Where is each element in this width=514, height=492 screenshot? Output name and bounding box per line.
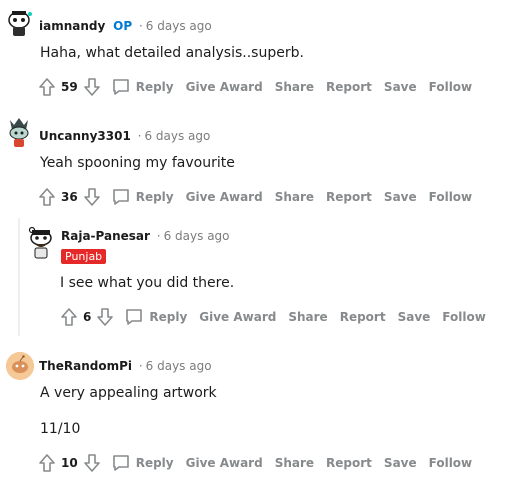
follow-button[interactable]: Follow [442,310,486,324]
reply-label: Reply [135,190,174,204]
downvote-arrow-icon [83,454,100,472]
downvote-arrow-icon [83,78,100,96]
comment-text: Haha, what detailed analysis..superb. [40,45,304,61]
give-award-button[interactable]: Give Award [199,310,276,324]
downvote-button[interactable] [96,307,114,327]
timestamp[interactable]: 6 days ago [146,19,212,33]
op-badge: OP [113,19,133,33]
report-button[interactable]: Report [326,80,372,94]
vote-count: 36 [61,190,78,204]
upvote-button[interactable] [38,453,56,473]
snoo-avatar-icon [28,226,52,259]
report-button[interactable]: Report [326,190,372,204]
vote-count: 6 [83,310,92,324]
thread-line[interactable] [18,218,20,336]
user-avatar[interactable] [6,352,34,380]
timestamp[interactable]: 6 days ago [144,129,210,143]
user-flair: Punjab [61,249,107,264]
comment-actions: 6 Reply Give Award Share Report Save Fol… [60,307,486,327]
separator: · [138,359,143,373]
comment-bubble-icon [112,79,129,95]
upvote-button[interactable] [38,187,56,207]
save-button[interactable]: Save [384,80,417,94]
timestamp[interactable]: 6 days ago [146,359,212,373]
reply-button[interactable]: Reply [111,187,174,207]
vote-count: 10 [61,456,78,470]
save-button[interactable]: Save [384,456,417,470]
comment-actions: 10 Reply Give Award Share Report Save Fo… [38,453,472,473]
report-button[interactable]: Report [326,456,372,470]
user-avatar[interactable] [6,8,32,38]
username[interactable]: Raja-Panesar [61,229,150,243]
comment-meta: TheRandomPi · 6 days ago [39,359,212,373]
comment-meta: iamnandy OP · 6 days ago [39,19,212,33]
vote-count: 59 [61,80,78,94]
comment-bubble-icon [112,189,129,205]
downvote-arrow-icon [83,188,100,206]
downvote-arrow-icon [97,308,114,326]
follow-button[interactable]: Follow [429,80,473,94]
report-button[interactable]: Report [340,310,386,324]
user-avatar[interactable] [6,116,32,150]
separator: · [137,129,142,143]
save-button[interactable]: Save [398,310,431,324]
downvote-button[interactable] [83,77,101,97]
comment-text: I see what you did there. [60,275,235,291]
save-button[interactable]: Save [384,190,417,204]
share-button[interactable]: Share [275,456,314,470]
give-award-button[interactable]: Give Award [186,456,263,470]
comment-meta: Uncanny3301 · 6 days ago [39,129,210,143]
username[interactable]: TheRandomPi [39,359,132,373]
comment-text: A very appealing artwork [40,385,217,401]
snoo-avatar-icon [9,118,29,147]
snoo-avatar-icon [6,352,34,380]
user-avatar[interactable] [26,224,54,260]
separator: · [156,229,161,243]
comment-bubble-icon [112,455,129,471]
snoo-avatar-icon [8,11,32,36]
comment-bubble-icon [126,309,143,325]
upvote-arrow-icon [61,308,77,326]
give-award-button[interactable]: Give Award [186,190,263,204]
upvote-arrow-icon [39,78,55,96]
reply-label: Reply [135,456,174,470]
comment-meta: Raja-Panesar · 6 days ago [61,229,230,243]
share-button[interactable]: Share [275,80,314,94]
timestamp[interactable]: 6 days ago [164,229,230,243]
give-award-button[interactable]: Give Award [186,80,263,94]
downvote-button[interactable] [83,453,101,473]
separator: · [138,19,143,33]
upvote-arrow-icon [39,188,55,206]
follow-button[interactable]: Follow [429,456,473,470]
reply-label: Reply [135,80,174,94]
share-button[interactable]: Share [275,190,314,204]
reply-button[interactable]: Reply [111,453,174,473]
username[interactable]: iamnandy [39,19,105,33]
username[interactable]: Uncanny3301 [39,129,131,143]
upvote-arrow-icon [39,454,55,472]
follow-button[interactable]: Follow [429,190,473,204]
comment-actions: 59 Reply Give Award Share Report Save Fo… [38,77,472,97]
reply-button[interactable]: Reply [111,77,174,97]
comment-text: Yeah spooning my favourite [40,155,235,171]
comment-text-line-2: 11/10 [40,421,81,437]
upvote-button[interactable] [38,77,56,97]
downvote-button[interactable] [83,187,101,207]
reply-label: Reply [149,310,188,324]
comment-actions: 36 Reply Give Award Share Report Save Fo… [38,187,472,207]
upvote-button[interactable] [60,307,78,327]
share-button[interactable]: Share [288,310,327,324]
reply-button[interactable]: Reply [124,307,187,327]
